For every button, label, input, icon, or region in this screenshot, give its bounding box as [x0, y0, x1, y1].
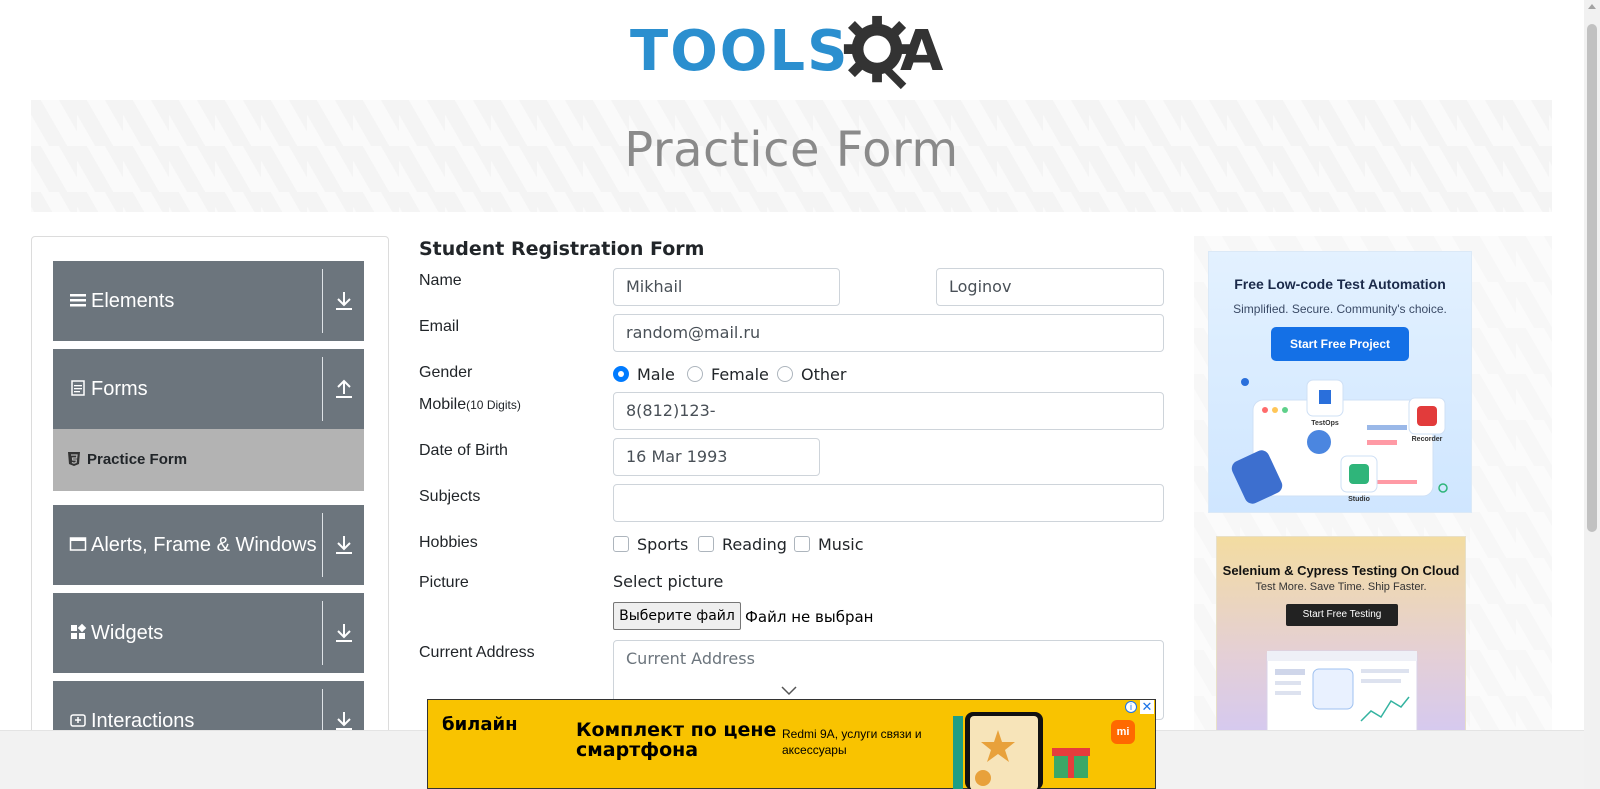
sidebar-group-label: Forms: [91, 378, 148, 400]
sidebar-item-practice-form[interactable]: Practice Form: [53, 429, 364, 491]
page-title: Practice Form: [624, 122, 959, 178]
gender-radio-female[interactable]: Female: [687, 364, 769, 384]
first-name-input[interactable]: Mikhail: [613, 268, 840, 306]
radio-selected-icon: [613, 366, 629, 382]
ad-subtext: Redmi 9A, услуги связи и аксессуары: [782, 727, 922, 757]
logo-text-tools: TOOLS: [630, 19, 850, 84]
sidebar: Elements Forms Practice Form Alerts, Fra…: [31, 236, 389, 789]
sidebar-group-label: Widgets: [91, 622, 164, 644]
scroll-up-arrow-icon[interactable]: [1588, 4, 1596, 9]
sidebar-group-widgets[interactable]: Widgets: [53, 593, 364, 673]
ad-label-studio: Studio: [1348, 496, 1370, 503]
sidebar-group-label: Alerts, Frame & Windows: [91, 534, 317, 556]
email-input[interactable]: random@mail.ru: [613, 314, 1164, 352]
radio-icon: [687, 366, 703, 382]
checkbox-label: Reading: [722, 534, 787, 554]
hobby-checkbox-reading[interactable]: Reading: [698, 534, 787, 554]
registration-form: Student Registration Form Name Mikhail L…: [419, 236, 1164, 720]
divider: [322, 357, 323, 421]
gift-icon: [1052, 748, 1090, 778]
ad-column: Free Low-code Test Automation Simplified…: [1194, 236, 1552, 789]
name-label: Name: [419, 272, 462, 289]
ad-subtitle: Simplified. Secure. Community's choice.: [1233, 302, 1447, 316]
sidebar-group-alerts[interactable]: Alerts, Frame & Windows: [53, 505, 364, 585]
ad-subtitle: Test More. Save Time. Ship Faster.: [1255, 581, 1427, 593]
sidebar-item-label: Practice Form: [87, 451, 188, 468]
hobby-checkbox-music[interactable]: Music: [794, 534, 864, 554]
logo-text-a: A: [900, 19, 944, 84]
beeline-ad[interactable]: билайн Комплект по цене смартфона Redmi …: [427, 699, 1156, 789]
ad-illustration: TestOps Recorder Studio: [1231, 378, 1448, 504]
download-arrow-icon[interactable]: [333, 533, 355, 557]
divider: [322, 513, 323, 577]
ad-title: Selenium & Cypress Testing On Cloud: [1222, 563, 1460, 578]
mobile-label: Mobile(10 Digits): [419, 396, 521, 413]
window-icon: [69, 537, 87, 551]
toolsqa-logo[interactable]: TOOLS A: [630, 14, 960, 90]
picture-label: Picture: [419, 574, 469, 591]
ad-title: Free Low-code Test Automation: [1234, 276, 1446, 292]
ad-headline: Комплект по цене смартфона: [576, 719, 777, 761]
widgets-icon: [71, 623, 87, 639]
smartphone-image: [953, 712, 1043, 789]
scrollbar-thumb[interactable]: [1587, 24, 1597, 532]
page-banner: Practice Form: [31, 100, 1552, 212]
hobby-checkbox-sports[interactable]: Sports: [613, 534, 688, 554]
download-arrow-icon[interactable]: [333, 289, 355, 313]
sidebar-group-forms[interactable]: Forms: [53, 349, 364, 429]
divider: [322, 269, 323, 333]
katalon-ad[interactable]: Free Low-code Test Automation Simplified…: [1208, 251, 1472, 513]
beeline-logo: билайн: [442, 714, 518, 735]
checkbox-label: Sports: [637, 534, 689, 554]
download-arrow-icon[interactable]: [333, 621, 355, 645]
current-address-label: Current Address: [419, 644, 535, 661]
dob-label: Date of Birth: [419, 442, 508, 459]
hamburger-icon: [70, 294, 86, 307]
interactions-icon: [70, 714, 86, 727]
last-name-input[interactable]: Loginov: [936, 268, 1164, 306]
email-label: Email: [419, 318, 460, 335]
page: TOOLS A Practice Form Elements Forms Pra…: [0, 0, 1600, 789]
radio-icon: [777, 366, 793, 382]
choose-file-button[interactable]: Выберите файл: [613, 602, 741, 630]
date-of-birth-input[interactable]: 16 Mar 1993: [613, 438, 820, 476]
radio-label: Male: [637, 364, 675, 384]
gender-radio-male[interactable]: Male: [613, 364, 675, 384]
gender-radio-other[interactable]: Other: [777, 364, 846, 384]
radio-label: Other: [801, 364, 847, 384]
checkbox-icon: [613, 536, 629, 552]
start-free-project-button[interactable]: Start Free Project: [1271, 327, 1409, 361]
subjects-label: Subjects: [419, 488, 481, 505]
lambdatest-ad[interactable]: Selenium & Cypress Testing On Cloud Test…: [1216, 536, 1466, 737]
form-title: Student Registration Form: [419, 238, 705, 260]
form-icon: [71, 380, 85, 396]
start-free-testing-button[interactable]: Start Free Testing: [1286, 604, 1398, 626]
radio-label: Female: [711, 364, 769, 384]
checkbox-icon: [698, 536, 714, 552]
ad-info-icon[interactable]: i: [1125, 701, 1137, 713]
chevron-down-icon: [781, 686, 797, 696]
checkbox-label: Music: [818, 534, 864, 554]
html-icon: [68, 452, 80, 466]
subjects-input[interactable]: [613, 484, 1164, 522]
mobile-hint: (10 Digits): [466, 398, 521, 412]
gender-label: Gender: [419, 364, 473, 381]
select-picture-label: Select picture: [613, 572, 724, 591]
ad-close-icon[interactable]: ✕: [1140, 700, 1154, 714]
ad-label-testops: TestOps: [1311, 420, 1339, 427]
divider: [322, 601, 323, 665]
ad-dashboard-illustration: [1266, 650, 1418, 737]
mobile-input[interactable]: 8(812)123-: [613, 392, 1164, 430]
sidebar-group-label: Elements: [91, 290, 175, 312]
file-status: Файл не выбран: [745, 608, 874, 626]
xiaomi-logo: mi: [1111, 720, 1135, 744]
upload-arrow-icon[interactable]: [333, 377, 355, 401]
page-scrollbar[interactable]: [1584, 0, 1600, 789]
sidebar-group-elements[interactable]: Elements: [53, 261, 364, 341]
checkbox-icon: [794, 536, 810, 552]
ad-label-recorder: Recorder: [1412, 436, 1443, 443]
hobbies-label: Hobbies: [419, 534, 478, 551]
